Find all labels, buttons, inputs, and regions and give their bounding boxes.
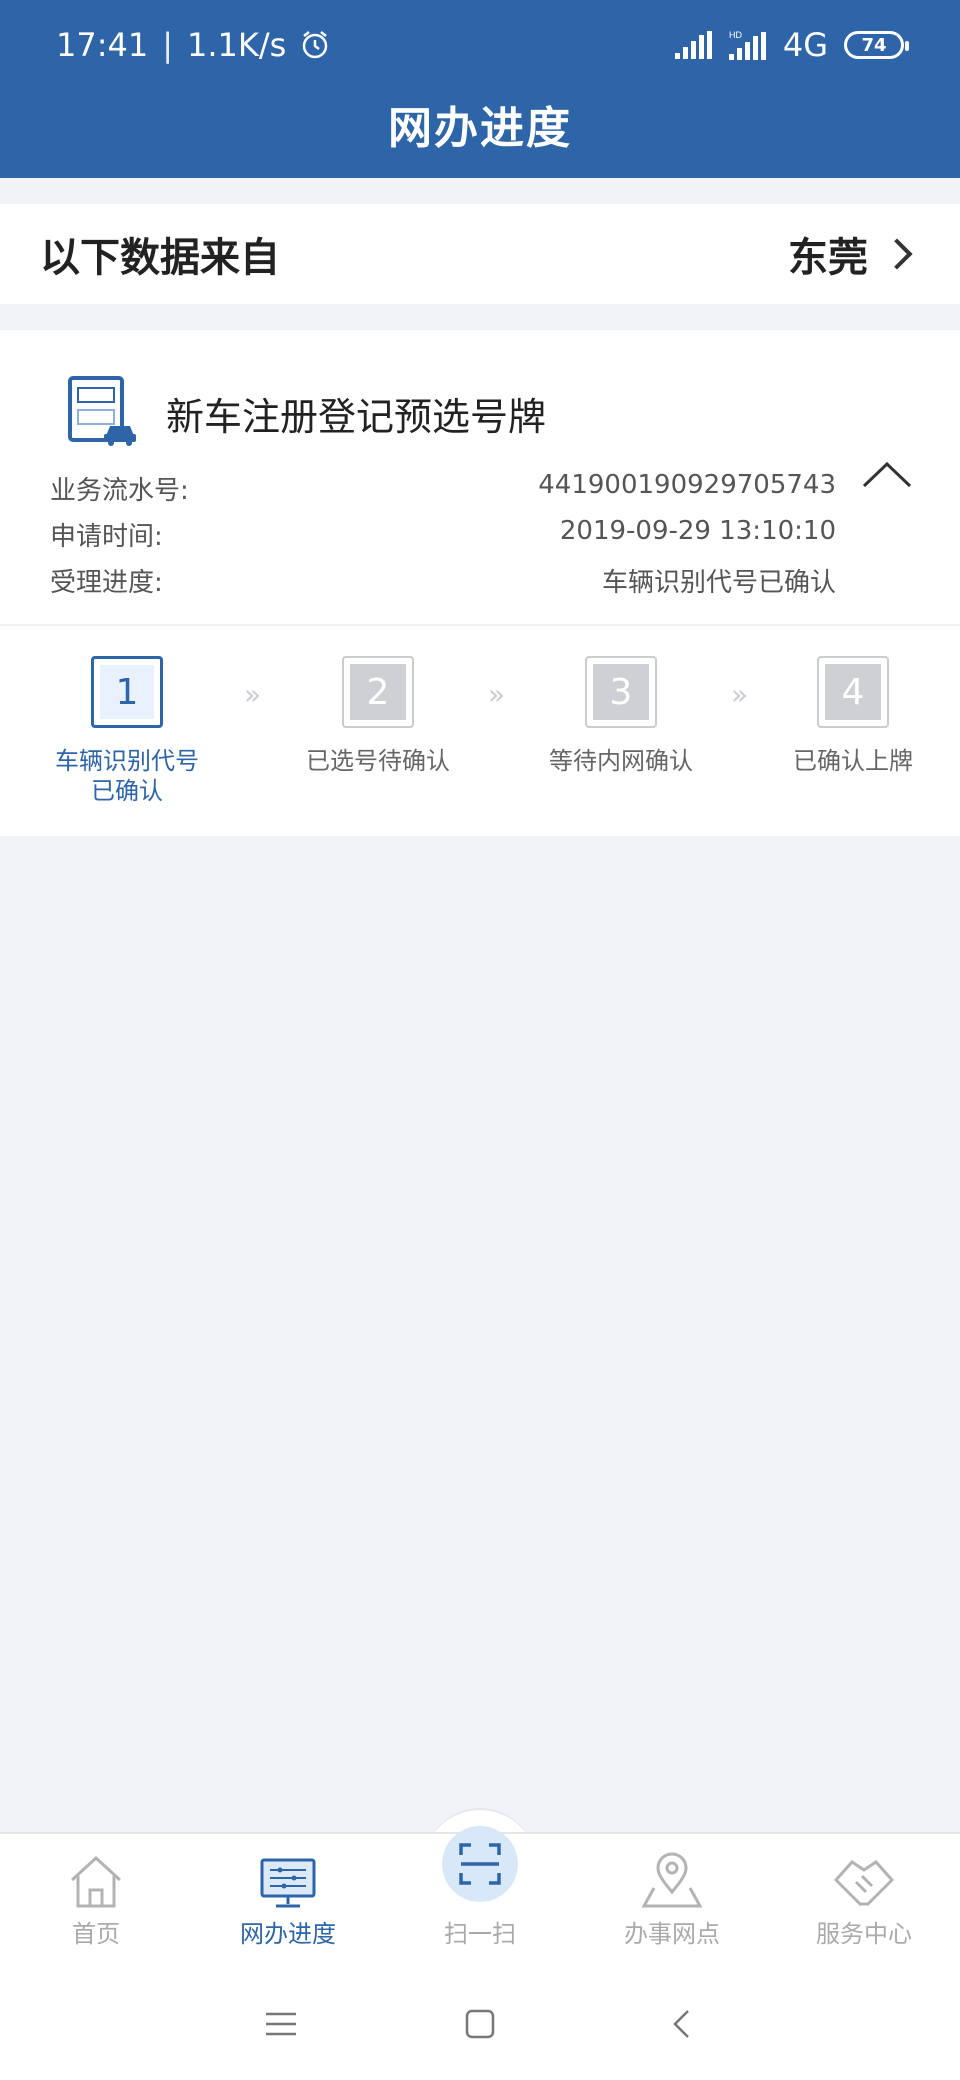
status-separator: |: [162, 26, 173, 64]
svg-text:HD: HD: [729, 30, 742, 40]
progress-label: 受理进度:: [50, 568, 163, 598]
step-box: 2: [342, 656, 414, 728]
step-number: 4: [825, 664, 881, 720]
divider: [0, 624, 960, 626]
apply-time-label: 申请时间:: [50, 522, 163, 552]
status-net-speed: 1.1K/s: [187, 26, 287, 64]
scan-button[interactable]: [442, 1826, 518, 1902]
step-label-line1: 车辆识别代号: [55, 747, 199, 775]
battery-level: 74: [861, 34, 887, 56]
tab-label: 首页: [72, 1920, 120, 1948]
back-icon[interactable]: [670, 2008, 694, 2040]
page-title: 网办进度: [388, 103, 572, 154]
serial-label: 业务流水号:: [50, 476, 189, 506]
tab-label: 服务中心: [816, 1920, 912, 1948]
scan-icon: [459, 1843, 501, 1885]
signal-icon: [674, 31, 712, 59]
step-2: 2 已选号待确认: [278, 656, 478, 776]
step-number: 2: [350, 664, 406, 720]
step-label: 已确认上牌: [753, 746, 953, 776]
home-square-icon[interactable]: [464, 2008, 496, 2040]
handshake-icon: [833, 1860, 895, 1906]
data-source-label: 以下数据来自: [40, 235, 280, 281]
tab-label: 办事网点: [624, 1920, 720, 1948]
chevron-up-icon[interactable]: [862, 460, 912, 490]
data-source-row[interactable]: 以下数据来自 东莞: [0, 204, 960, 304]
city-name: 东莞: [788, 235, 868, 281]
hd-signal-icon: HD: [728, 30, 766, 60]
location-pin-icon: [641, 1852, 703, 1908]
monitor-icon: [260, 1858, 316, 1908]
apply-time-value: 2019-09-29 13:10:10: [559, 516, 836, 546]
status-network: 4G: [782, 26, 828, 64]
progress-steps: 1 车辆识别代号 已确认 » 2 已选号待确认 » 3 等待内网确认 » 4 已…: [0, 656, 960, 816]
step-1: 1 车辆识别代号 已确认: [27, 656, 227, 806]
tab-progress[interactable]: 网办进度: [208, 1852, 368, 1949]
alarm-clock-icon: [303, 31, 328, 59]
tab-label: 扫一扫: [444, 1920, 516, 1948]
info-row-progress: 受理进度: 车辆识别代号已确认: [50, 562, 836, 599]
serial-value: 441900190929705743: [538, 470, 836, 500]
business-card: 新车注册登记预选号牌 业务流水号: 441900190929705743 申请时…: [0, 330, 960, 836]
status-time: 17:41: [56, 26, 149, 64]
step-label-line1: 已确认上牌: [793, 747, 913, 775]
step-label-line2: 已确认: [91, 777, 163, 805]
progress-value: 车辆识别代号已确认: [601, 568, 836, 598]
step-box: 4: [817, 656, 889, 728]
tab-service-center[interactable]: 服务中心: [784, 1852, 944, 1949]
tab-service-points[interactable]: 办事网点: [592, 1852, 752, 1949]
status-bar: 17:41 | 1.1K/s HD 4G 74: [0, 0, 960, 90]
step-arrow-icon: »: [488, 678, 506, 711]
app-header: 17:41 | 1.1K/s HD 4G 74 网办进度: [0, 0, 960, 178]
step-arrow-icon: »: [244, 678, 262, 711]
menu-icon[interactable]: [264, 2010, 298, 2038]
battery-icon: 74: [844, 31, 909, 59]
step-label: 等待内网确认: [521, 746, 721, 776]
license-plate-car-icon: [68, 376, 136, 446]
step-3: 3 等待内网确认: [521, 656, 721, 776]
tab-label: 网办进度: [240, 1920, 336, 1948]
step-4: 4 已确认上牌: [753, 656, 953, 776]
home-icon: [70, 1855, 122, 1908]
step-label: 车辆识别代号 已确认: [27, 746, 227, 806]
step-box: 1: [91, 656, 163, 728]
step-box: 3: [585, 656, 657, 728]
business-title: 新车注册登记预选号牌: [166, 395, 547, 439]
step-label: 已选号待确认: [278, 746, 478, 776]
chevron-right-icon: [881, 238, 913, 270]
info-row-serial: 业务流水号: 441900190929705743: [50, 470, 836, 507]
step-label-line1: 等待内网确认: [549, 747, 693, 775]
step-number: 1: [100, 665, 154, 719]
step-arrow-icon: »: [731, 678, 749, 711]
step-number: 3: [593, 664, 649, 720]
city-selector[interactable]: 东莞: [788, 225, 920, 283]
tab-home[interactable]: 首页: [16, 1852, 176, 1949]
info-row-apply-time: 申请时间: 2019-09-29 13:10:10: [50, 516, 836, 553]
step-label-line1: 已选号待确认: [306, 747, 450, 775]
system-navigation-bar: [0, 1964, 960, 2080]
